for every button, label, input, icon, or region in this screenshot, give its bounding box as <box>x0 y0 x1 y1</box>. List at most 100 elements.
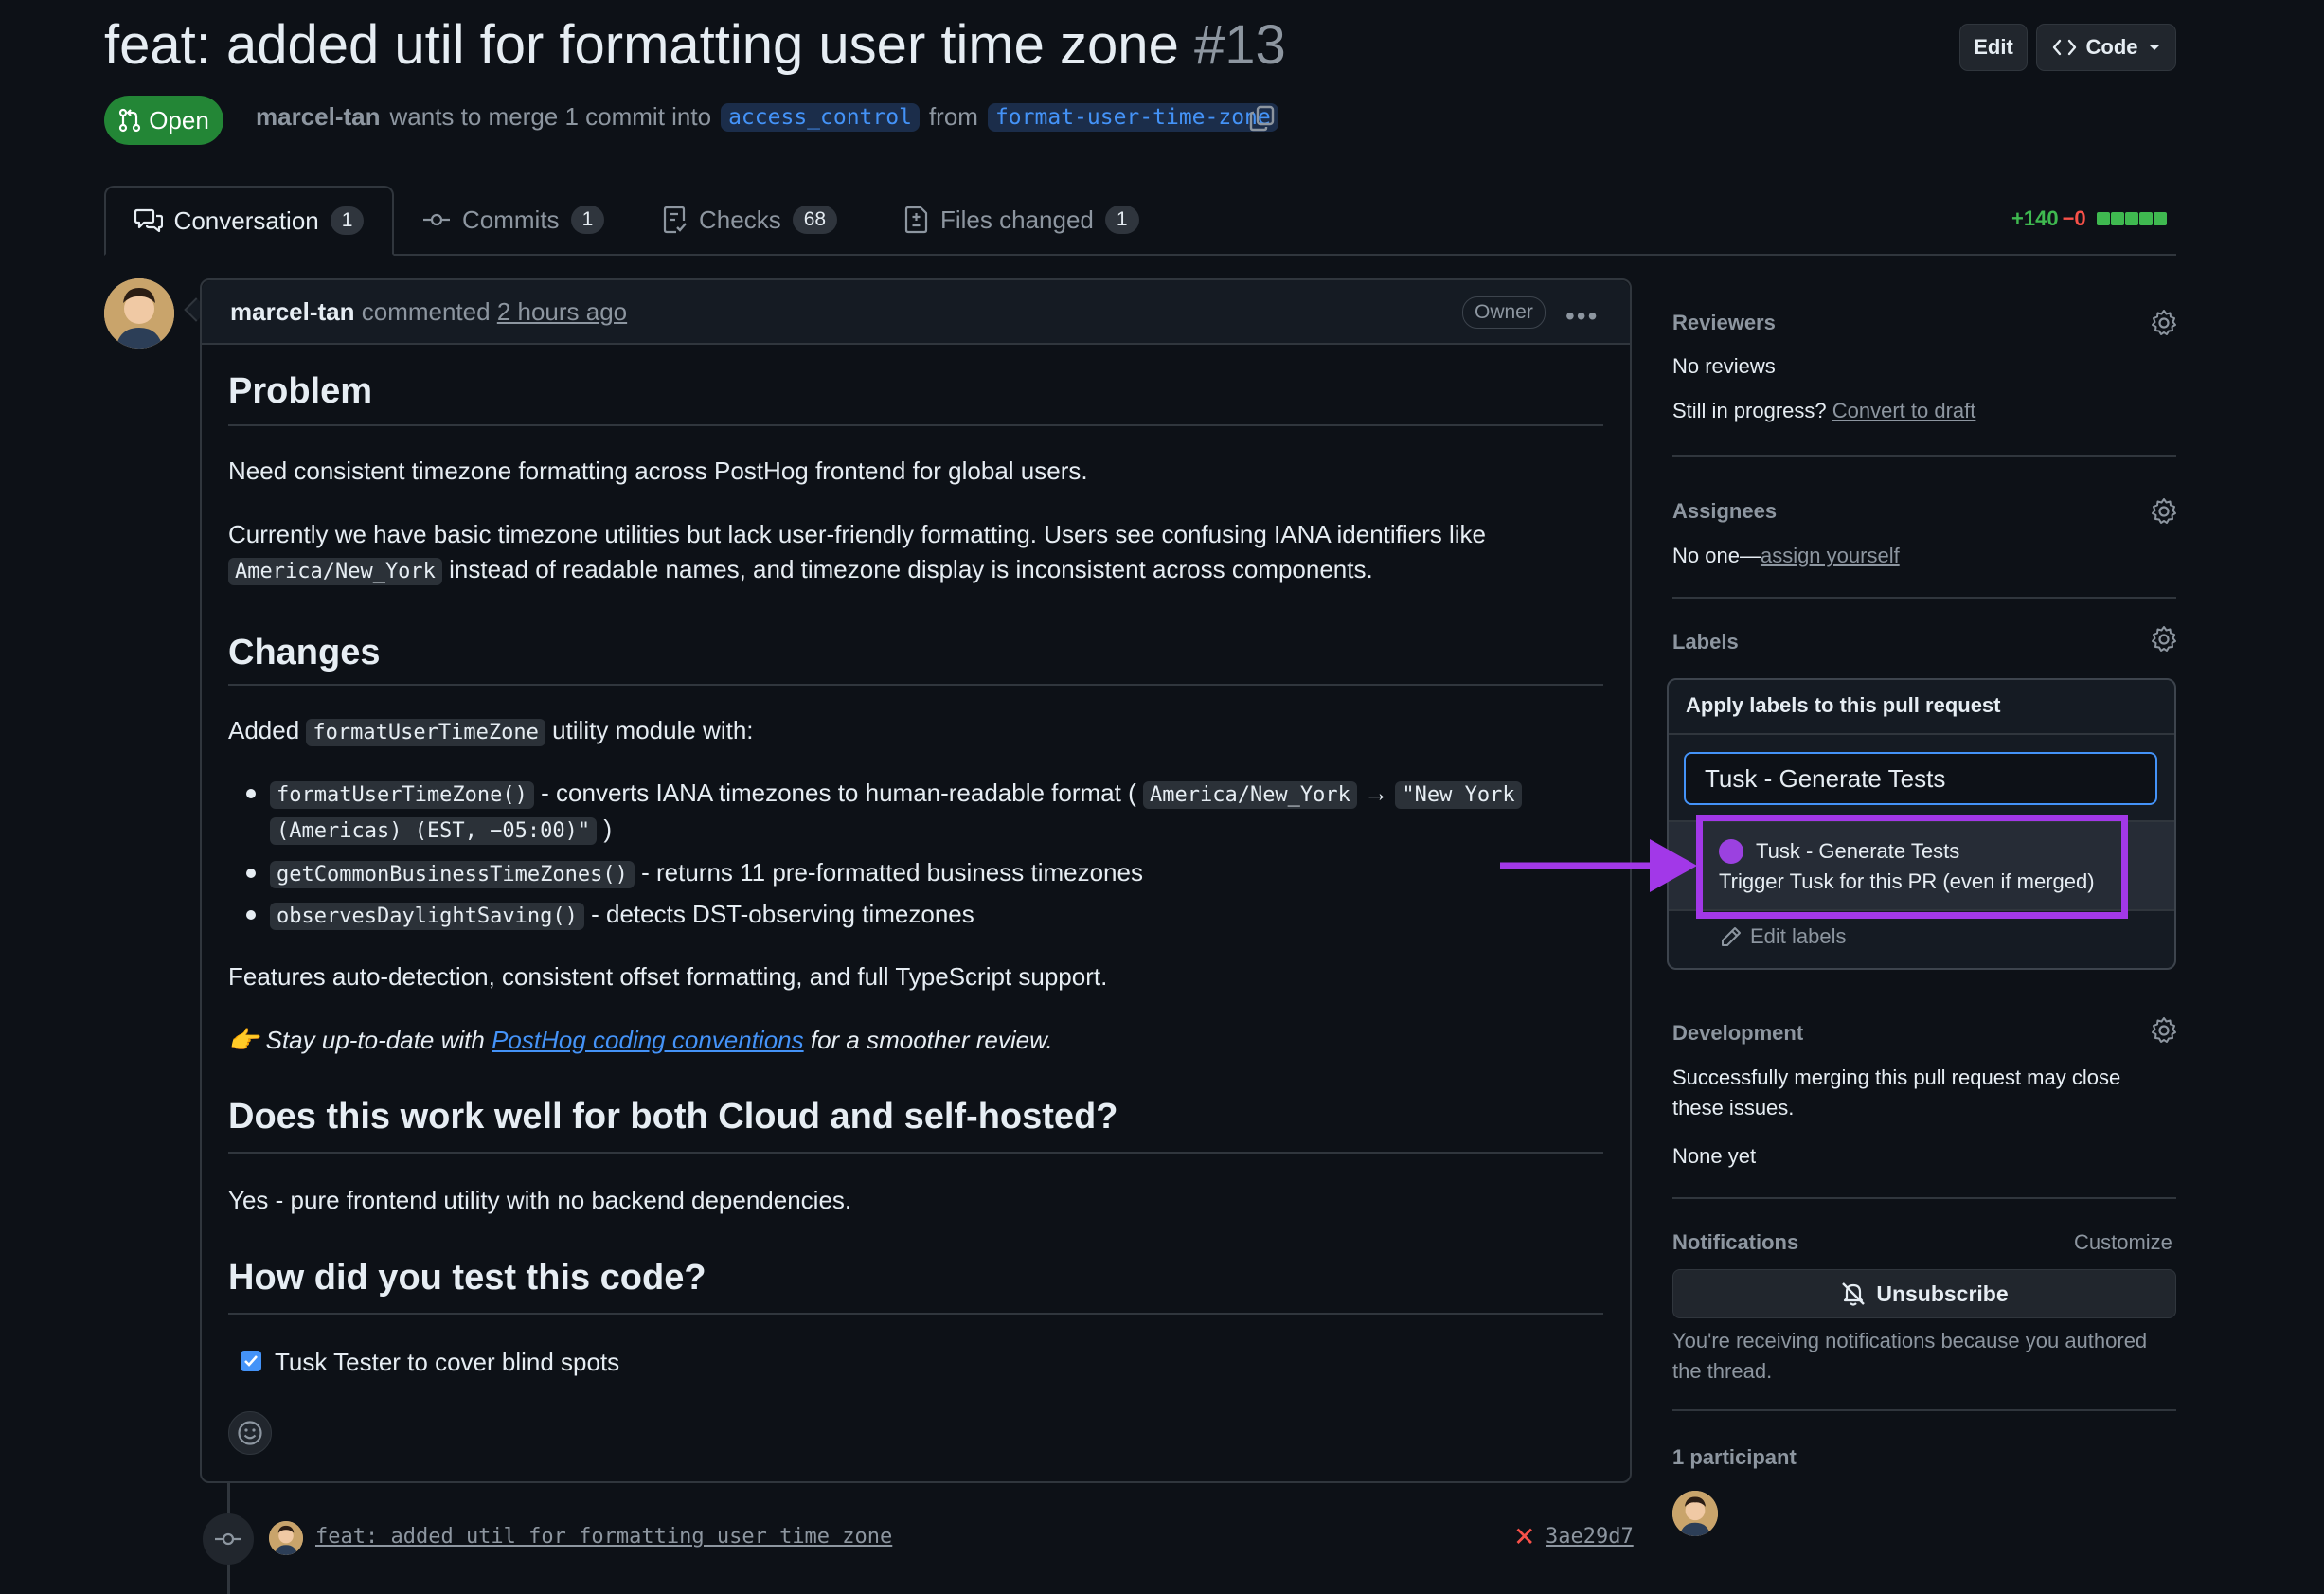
gear-icon[interactable] <box>2150 309 2178 337</box>
avatar-image <box>1672 1491 1718 1536</box>
unsubscribe-label: Unsubscribe <box>1876 1281 2009 1306</box>
added-line: Added formatUserTimeZone utility module … <box>228 716 754 746</box>
divider <box>228 1152 1603 1154</box>
divider <box>228 424 1603 426</box>
annotation-arrow-icon <box>1500 839 1697 892</box>
development-heading[interactable]: Development <box>1672 1021 1803 1046</box>
tab-conversation[interactable]: Conversation 1 <box>104 186 394 256</box>
avatar-image <box>269 1521 303 1555</box>
comment-timestamp[interactable]: 2 hours ago <box>497 297 627 326</box>
tab-files-changed[interactable]: Files changed 1 <box>904 186 1139 254</box>
assign-yourself-link[interactable]: assign yourself <box>1761 544 1900 567</box>
pr-number: #13 <box>1193 14 1286 76</box>
inline-code: America/New_York <box>1142 781 1357 809</box>
unsubscribe-button[interactable]: Unsubscribe <box>1672 1269 2176 1318</box>
pr-title-text: feat: added util for formatting user tim… <box>104 14 1179 76</box>
tab-commits[interactable]: Commits 1 <box>422 186 605 254</box>
draft-prompt: Still in progress? Convert to draft <box>1672 399 1975 423</box>
heading-problem: Problem <box>228 371 373 411</box>
development-text-line2: these issues. <box>1672 1096 1795 1119</box>
task-checkbox[interactable] <box>241 1351 261 1371</box>
list-item-continued: (Americas) (EST, −05:00)" ) <box>270 815 613 845</box>
assignees-value: No one—assign yourself <box>1672 544 1900 568</box>
edit-labels-link[interactable]: Edit labels <box>1720 924 1847 949</box>
check-failed-icon[interactable]: ✕ <box>1513 1521 1535 1552</box>
base-branch[interactable]: access_control <box>721 102 920 132</box>
reviewers-value: No reviews <box>1672 354 1776 378</box>
comment-author[interactable]: marcel-tan <box>230 297 355 326</box>
status-label: Open <box>149 105 209 134</box>
gear-icon[interactable] <box>2150 1016 2178 1045</box>
reviewers-heading[interactable]: Reviewers <box>1672 311 1776 335</box>
more-options-icon[interactable]: ••• <box>1565 301 1599 331</box>
inline-code: formatUserTimeZone() <box>270 781 534 809</box>
comment-discussion-icon <box>134 208 163 233</box>
inline-code: formatUserTimeZone <box>306 719 545 746</box>
tab-commits-label: Commits <box>462 205 560 234</box>
commit-sha-link[interactable]: 3ae29d7 <box>1546 1525 1634 1549</box>
context-paragraph-line2: America/New_York instead of readable nam… <box>228 555 1373 585</box>
avatar-image <box>104 278 174 349</box>
assignees-heading[interactable]: Assignees <box>1672 499 1777 524</box>
gear-icon[interactable] <box>2150 497 2178 526</box>
comment-meta: marcel-tan commented 2 hours ago <box>230 297 627 327</box>
status-badge: Open <box>104 96 223 145</box>
edit-labels-label: Edit labels <box>1750 924 1847 948</box>
bell-slash-icon <box>1842 1282 1866 1306</box>
divider <box>228 684 1603 686</box>
label-filter-input[interactable] <box>1684 752 2157 805</box>
list-item-text: - detects DST-observing timezones <box>591 900 974 928</box>
head-branch[interactable]: format-user-time-zone <box>987 102 1278 132</box>
avatar[interactable] <box>104 278 174 349</box>
gear-icon[interactable] <box>2150 625 2178 654</box>
convert-to-draft-link[interactable]: Convert to draft <box>1832 399 1976 422</box>
list-item-text: - converts IANA timezones to human-reada… <box>541 779 1136 807</box>
conventions-link[interactable]: PostHog coding conventions <box>492 1026 804 1054</box>
edit-button[interactable]: Edit <box>1959 24 2028 71</box>
development-text-line1: Successfully merging this pull request m… <box>1672 1066 2121 1089</box>
merge-summary: marcel-tan wants to merge 1 commit into … <box>256 102 1278 132</box>
heading-cloud: Does this work well for both Cloud and s… <box>228 1097 1118 1137</box>
copy-icon[interactable] <box>1248 104 1277 133</box>
conventions-text-end: for a smoother review. <box>810 1026 1053 1054</box>
code-button[interactable]: Code <box>2036 24 2176 71</box>
annotation-highlight-box <box>1696 815 2128 919</box>
tab-conversation-count: 1 <box>330 206 365 235</box>
tab-checks[interactable]: Checks 68 <box>663 186 838 254</box>
inline-code: America/New_York <box>228 558 442 585</box>
tab-files-changed-label: Files changed <box>940 205 1094 234</box>
participant-avatar[interactable] <box>1672 1491 1718 1536</box>
divider <box>1672 1197 2176 1199</box>
list-item-text: ) <box>603 815 613 843</box>
code-icon <box>2052 39 2076 56</box>
notifications-reason-line1: You're receiving notifications because y… <box>1672 1329 2148 1352</box>
inline-code: getCommonBusinessTimeZones() <box>270 861 635 888</box>
pointing-hand-icon: 👉 <box>228 1026 259 1054</box>
smiley-icon <box>238 1421 262 1445</box>
comment-header: marcel-tan commented 2 hours ago Owner •… <box>202 280 1630 345</box>
tab-bar: Conversation 1 Commits 1 Checks 68 Files… <box>104 186 2176 256</box>
cloud-answer: Yes - pure frontend utility with no back… <box>228 1186 852 1214</box>
labels-heading[interactable]: Labels <box>1672 630 1739 654</box>
heading-test: How did you test this code? <box>228 1258 706 1298</box>
arrow-glyph: → <box>1364 779 1389 807</box>
customize-link[interactable]: Customize <box>2074 1230 2172 1255</box>
author-link[interactable]: marcel-tan <box>256 102 381 132</box>
commit-message-link[interactable]: feat: added util for formatting user tim… <box>315 1525 892 1549</box>
bullet-marker <box>246 910 256 920</box>
chevron-down-icon <box>2149 45 2159 50</box>
assignees-text: No one— <box>1672 544 1761 567</box>
divider <box>1672 1409 2176 1411</box>
add-reaction-button[interactable] <box>228 1411 272 1455</box>
commit-author-avatar[interactable] <box>269 1521 303 1555</box>
tab-checks-count: 68 <box>792 206 838 234</box>
conventions-text: Stay up-to-date with <box>265 1026 485 1054</box>
heading-changes: Changes <box>228 633 381 672</box>
list-item: observesDaylightSaving() - detects DST-o… <box>270 900 974 930</box>
diffstat-bar <box>2096 206 2167 231</box>
notifications-reason-line2: the thread. <box>1672 1359 1773 1383</box>
problem-paragraph: Need consistent timezone formatting acro… <box>228 457 1088 485</box>
list-item-text: - returns 11 pre-formatted business time… <box>641 858 1143 887</box>
participants-heading: 1 participant <box>1672 1445 1797 1469</box>
diffstat: +140 −0 <box>2011 206 2167 231</box>
